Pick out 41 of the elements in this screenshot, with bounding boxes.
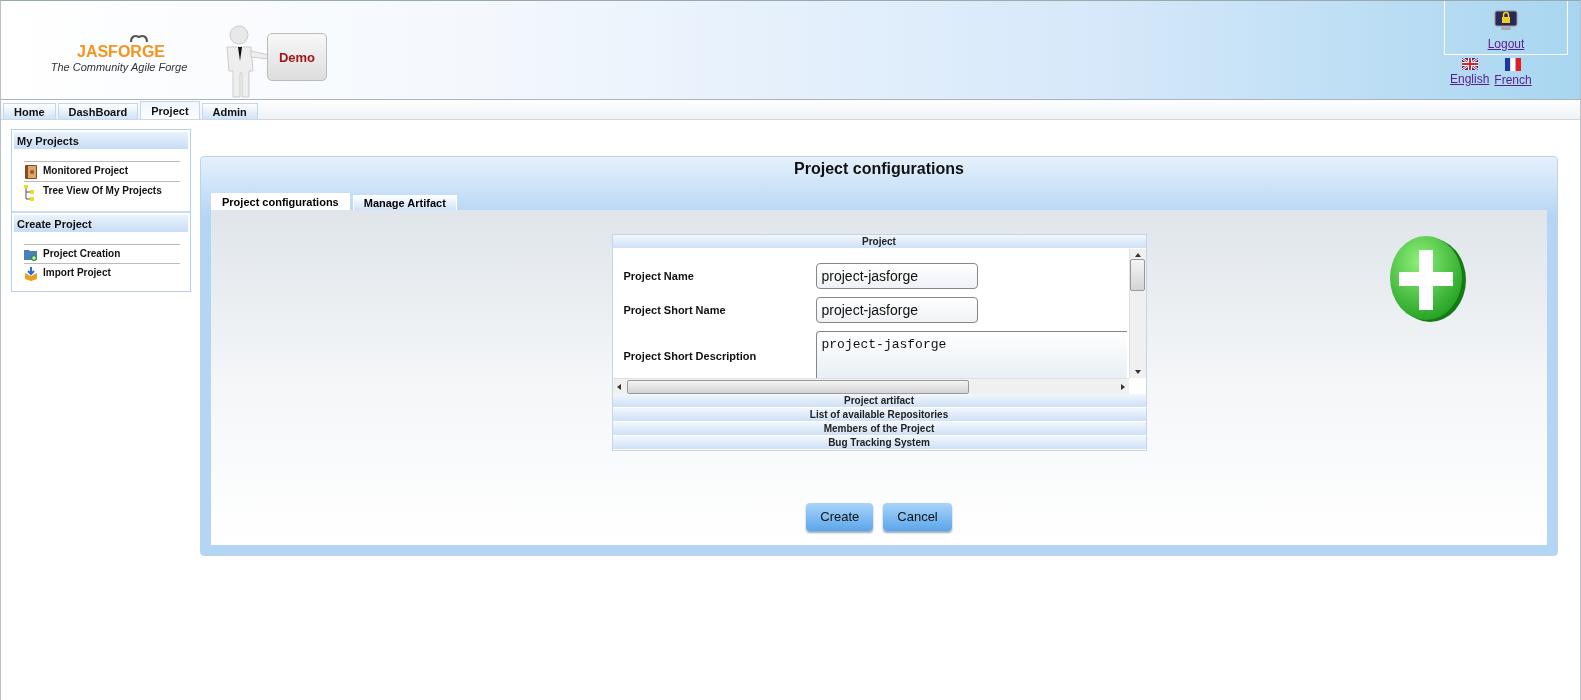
folder-icon [24,248,38,261]
accordion-header[interactable]: List of available Repositories [612,408,1146,422]
field-label: Project Short Name [623,304,727,316]
action-button[interactable]: Create [806,502,874,531]
nav-tab[interactable]: Project [140,101,200,119]
sidebar-link[interactable]: Project Creation [43,248,121,259]
nav-tab[interactable]: Home [3,103,56,119]
logout-link[interactable]: Logout [1487,37,1525,51]
logo-name: JASFORGE [77,42,165,61]
sidebar-link[interactable]: Monitored Project [43,165,128,176]
import-icon [24,267,38,281]
accordion-header[interactable]: Bug Tracking System [612,436,1146,450]
uk-flag-icon [1461,58,1478,70]
action-button[interactable]: Cancel [883,502,952,531]
panel-tab[interactable]: Manage Artifact [352,195,457,210]
language-link[interactable]: French [1494,73,1532,87]
demo-sign: Demo [267,33,327,81]
book-icon [24,165,38,179]
sidebar-heading: My Projects [14,132,188,149]
lock-monitor-icon [1494,10,1518,32]
input-field[interactable]: project-jasforge [815,263,978,289]
nav-tab[interactable]: Admin [201,103,258,119]
sidebar-heading: Create Project [14,215,188,232]
vertical-scrollbar[interactable] [1128,249,1146,378]
add-icon[interactable] [1387,234,1469,324]
field-label: Project Name [623,270,695,282]
accordion-header[interactable]: Project [612,235,1146,249]
accordion-header[interactable]: Project artifact [612,394,1146,408]
france-flag-icon [1505,58,1522,71]
nav-tab[interactable]: DashBoard [57,103,139,119]
sidebar-link[interactable]: Tree View Of My Projects [43,185,162,196]
panel-tab[interactable]: Project configurations [211,193,350,210]
field-label: Project Short Description [623,350,758,362]
horizontal-scrollbar[interactable] [612,378,1129,394]
accordion-header[interactable]: Members of the Project [612,422,1146,436]
language-link[interactable]: English [1450,72,1490,86]
sidebar-link[interactable]: Import Project [43,267,111,278]
description-field[interactable]: project-jasforge [815,331,1127,378]
input-field[interactable]: project-jasforge [815,297,978,323]
panel-title: Project configurations [793,159,965,179]
logo-tagline: The Community Agile Forge [50,60,188,73]
